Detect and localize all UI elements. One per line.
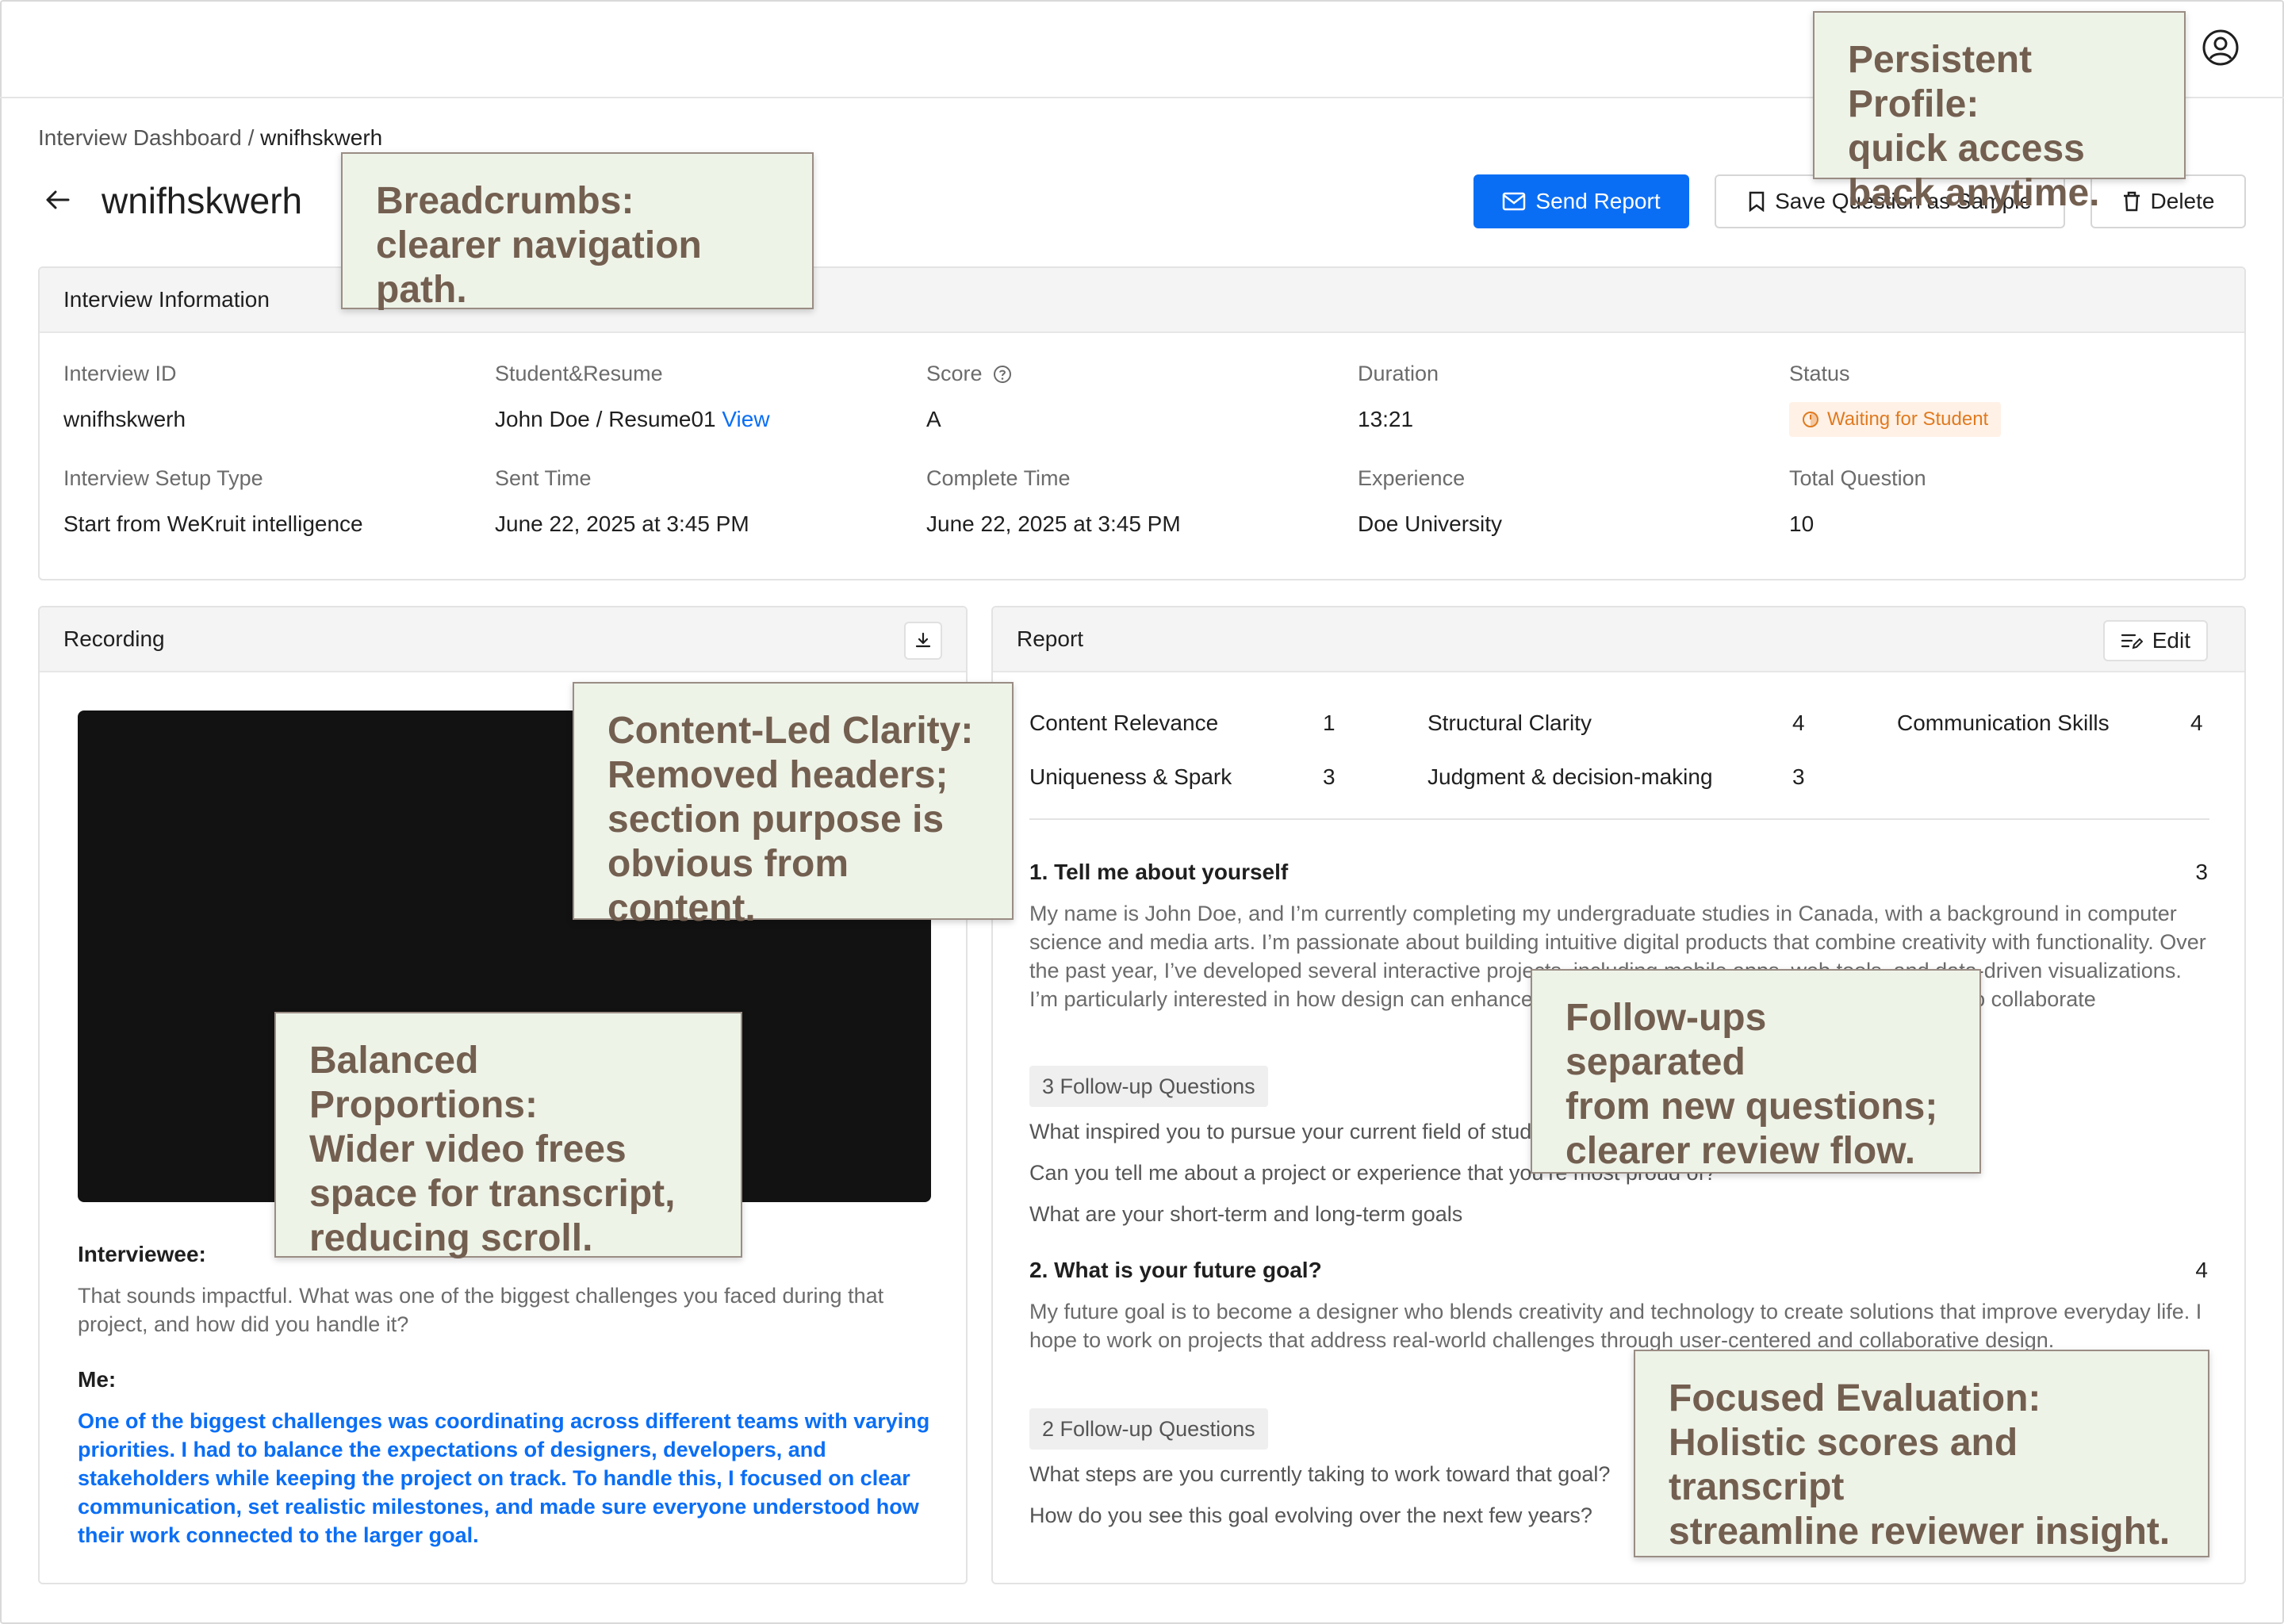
annotation-breadcrumbs: Breadcrumbs: clearer navigation path. [341,152,814,311]
followup-question: What steps are you currently taking to w… [1029,1462,1611,1486]
field-label: Complete Time [926,466,1071,490]
view-resume-link[interactable]: View [722,407,769,431]
me-label: Me: [78,1367,117,1392]
delete-label: Delete [2150,189,2215,213]
field-complete-time: Complete Time June 22, 2025 at 3:45 PM [926,466,1181,537]
question-score: 3 [2195,860,2208,884]
edit-button[interactable]: Edit [2102,620,2208,661]
annotation-followups-separated: Follow-ups separated from new questions;… [1531,969,1981,1174]
download-icon [915,632,931,648]
field-status: Status Waiting for Student [1789,362,2002,437]
score-value: 4 [2190,710,2203,735]
field-value: A [926,407,941,431]
divider [1029,818,2209,820]
interviewee-transcript: That sounds impactful. What was one of t… [78,1284,884,1336]
followup-question: What inspired you to pursue your current… [1029,1120,1554,1143]
help-circle-icon[interactable] [993,365,1012,384]
question-answer: My future goal is to become a designer w… [1029,1300,2202,1352]
question-score: 4 [2195,1258,2208,1282]
download-button[interactable] [904,622,942,660]
field-label: Sent Time [495,466,592,490]
field-sent-time: Sent Time June 22, 2025 at 3:45 PM [495,466,749,537]
followup-question: How do you see this goal evolving over t… [1029,1503,1592,1527]
user-circle-icon[interactable] [2202,29,2240,67]
annotation-content-led-clarity: Content-Led Clarity: Removed headers; se… [573,682,1014,929]
annotation-focused-evaluation: Focused Evaluation: Holistic scores and … [1634,1350,2209,1557]
trash-icon [2123,191,2140,212]
field-interview-id: Interview ID wnifhskwerh [63,362,186,432]
field-label: Duration [1358,362,1439,385]
interview-information-card: Interview Information Interview ID wnifh… [38,266,2246,580]
mail-icon [1503,192,1526,211]
score-value: 4 [1792,710,1805,735]
score-name: Judgment & decision-making [1428,764,1713,789]
field-value: John Doe / Resume01 View [495,407,770,432]
annotation-persistent-profile: Persistent Profile: quick access back an… [1813,11,2186,214]
score-value: 3 [1792,764,1805,789]
field-label: Total Question [1789,466,1926,490]
field-value: June 22, 2025 at 3:45 PM [495,511,749,536]
field-label: Interview Setup Type [63,466,263,490]
field-score: Score A [926,362,1012,432]
annotation-balanced-proportions: Balanced Proportions: Wider video frees … [274,1012,742,1259]
followup-tag[interactable]: 3 Follow-up Questions [1029,1066,1268,1107]
score-value: 1 [1323,710,1336,735]
field-total-question: Total Question 10 [1789,466,1926,537]
question-title: 1. Tell me about yourself [1029,860,1289,884]
page-title: wnifhskwerh [102,180,303,221]
score-name: Uniqueness & Spark [1029,764,1232,789]
score-name: Content Relevance [1029,710,1219,735]
field-value: wnifhskwerh [63,407,186,431]
field-value: 13:21 [1358,407,1414,431]
recording-header: Recording [40,607,966,672]
edit-label: Edit [2152,628,2190,653]
field-value: Doe University [1358,511,1503,536]
field-experience: Experience Doe University [1358,466,1502,537]
send-report-button[interactable]: Send Report [1473,174,1689,228]
bookmark-icon [1749,191,1765,212]
field-label: Interview ID [63,362,177,385]
field-label: Student&Resume [495,362,663,385]
send-report-label: Send Report [1535,189,1661,213]
breadcrumb-parent[interactable]: Interview Dashboard [38,125,242,150]
me-transcript: One of the biggest challenges was coordi… [78,1409,930,1547]
arrow-left-icon[interactable] [41,184,73,216]
breadcrumb: Interview Dashboard / wnifhskwerh [38,125,382,151]
recording-title: Recording [63,626,165,651]
field-duration: Duration 13:21 [1358,362,1439,432]
status-text: Waiting for Student [1827,408,1989,430]
field-student-resume: Student&Resume John Doe / Resume01 View [495,362,770,432]
breadcrumb-separator: / [241,125,261,150]
field-value: June 22, 2025 at 3:45 PM [926,511,1181,536]
status-badge: Waiting for Student [1789,402,2002,437]
score-name: Structural Clarity [1428,710,1592,735]
followup-question: What are your short-term and long-term g… [1029,1202,1463,1226]
clock-icon [1803,412,1818,427]
delete-button[interactable]: Delete [2090,174,2246,228]
student-resume-text: John Doe / Resume01 [495,407,722,431]
followup-tag[interactable]: 2 Follow-up Questions [1029,1408,1268,1450]
interviewee-label: Interviewee: [78,1242,206,1266]
field-label: Status [1789,362,1850,385]
breadcrumb-current: wnifhskwerh [260,125,383,150]
score-value: 3 [1323,764,1336,789]
report-header: Report Edit [993,607,2244,672]
report-title: Report [1017,626,1084,651]
question-title: 2. What is your future goal? [1029,1258,1322,1282]
field-value: 10 [1789,511,1815,536]
score-label: Score [926,362,983,385]
edit-icon [2121,634,2143,649]
field-label: Score [926,362,1012,386]
score-name: Communication Skills [1897,710,2110,735]
field-setup-type: Interview Setup Type Start from WeKruit … [63,466,363,537]
field-value: Start from WeKruit intelligence [63,511,363,536]
field-label: Experience [1358,466,1466,490]
